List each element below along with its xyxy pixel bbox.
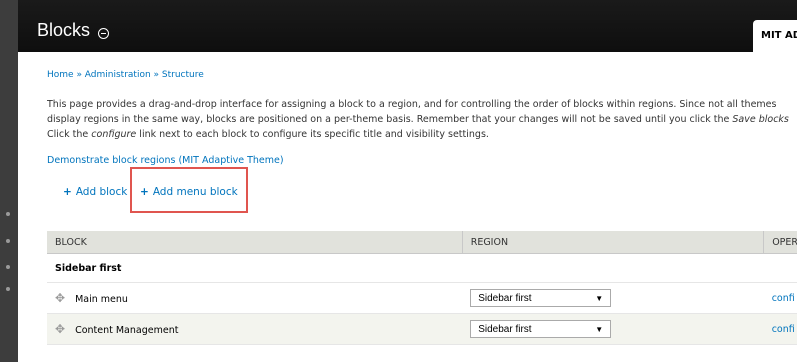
operations-cell: confi: [763, 313, 797, 345]
region-cell: Sidebar first ▼: [462, 313, 764, 345]
bullet-icon: [6, 287, 10, 291]
add-block-label: Add block: [75, 186, 128, 198]
blocks-overlay: Blocks MIT AD Home » Administration » St…: [18, 0, 797, 362]
column-header-block: BLOCK: [47, 231, 463, 254]
description-text: display regions in the same way, blocks …: [47, 114, 733, 125]
plus-icon: +: [63, 186, 72, 198]
breadcrumb[interactable]: Home » Administration » Structure: [47, 70, 204, 80]
collapse-toggle-icon[interactable]: [98, 28, 109, 39]
page-title: Blocks: [37, 20, 91, 40]
block-name: Content Management: [75, 325, 179, 336]
add-block-link[interactable]: + Add block: [63, 186, 127, 198]
description-text: Click the: [47, 129, 92, 140]
block-name: Main menu: [75, 294, 128, 305]
highlight-box: [130, 167, 248, 213]
region-select[interactable]: Sidebar first ▼: [470, 289, 612, 307]
column-header-region: REGION: [462, 231, 765, 254]
table-row: ✥ Main menu Sidebar first ▼ confi: [47, 282, 797, 314]
region-title-row: Sidebar first: [47, 253, 797, 283]
demonstrate-regions-link[interactable]: Demonstrate block regions (MIT Adaptive …: [47, 155, 284, 166]
block-cell: ✥ Content Management: [47, 313, 463, 345]
region-select-value: Sidebar first: [478, 324, 532, 335]
dropdown-arrow-icon: ▼: [595, 294, 604, 303]
column-header-operations: OPER: [763, 231, 797, 254]
bullet-icon: [6, 212, 10, 216]
drag-handle-icon[interactable]: ✥: [55, 291, 65, 305]
tab-mit-adaptive[interactable]: MIT AD: [753, 20, 797, 52]
region-select[interactable]: Sidebar first ▼: [470, 320, 612, 338]
block-cell: ✥ Main menu: [47, 282, 463, 314]
description-line: display regions in the same way, blocks …: [47, 112, 797, 127]
configure-link[interactable]: confi: [772, 324, 795, 335]
bullet-icon: [6, 239, 10, 243]
bullet-icon: [6, 265, 10, 269]
configure-emphasis: configure: [91, 129, 137, 140]
save-blocks-emphasis: Save blocks: [732, 114, 789, 125]
table-header-row: BLOCK REGION OPER: [47, 231, 797, 254]
background-sidebar: [0, 0, 18, 362]
description-line: Click the configure link next to each bl…: [47, 127, 797, 142]
page-description: This page provides a drag-and-drop inter…: [47, 97, 797, 142]
region-title: Sidebar first: [47, 253, 797, 283]
description-text: link next to each block to configure its…: [136, 129, 489, 140]
region-cell: Sidebar first ▼: [462, 282, 764, 314]
blocks-table: BLOCK REGION OPER Sidebar first ✥ Main me…: [47, 231, 797, 345]
overlay-header: Blocks MIT AD: [18, 0, 797, 52]
operations-cell: confi: [763, 282, 797, 314]
dropdown-arrow-icon: ▼: [595, 325, 604, 334]
region-select-value: Sidebar first: [478, 293, 532, 304]
table-row: ✥ Content Management Sidebar first ▼ confi: [47, 313, 797, 345]
configure-link[interactable]: confi: [772, 293, 795, 304]
drag-handle-icon[interactable]: ✥: [55, 322, 65, 336]
description-line: This page provides a drag-and-drop inter…: [47, 99, 777, 110]
